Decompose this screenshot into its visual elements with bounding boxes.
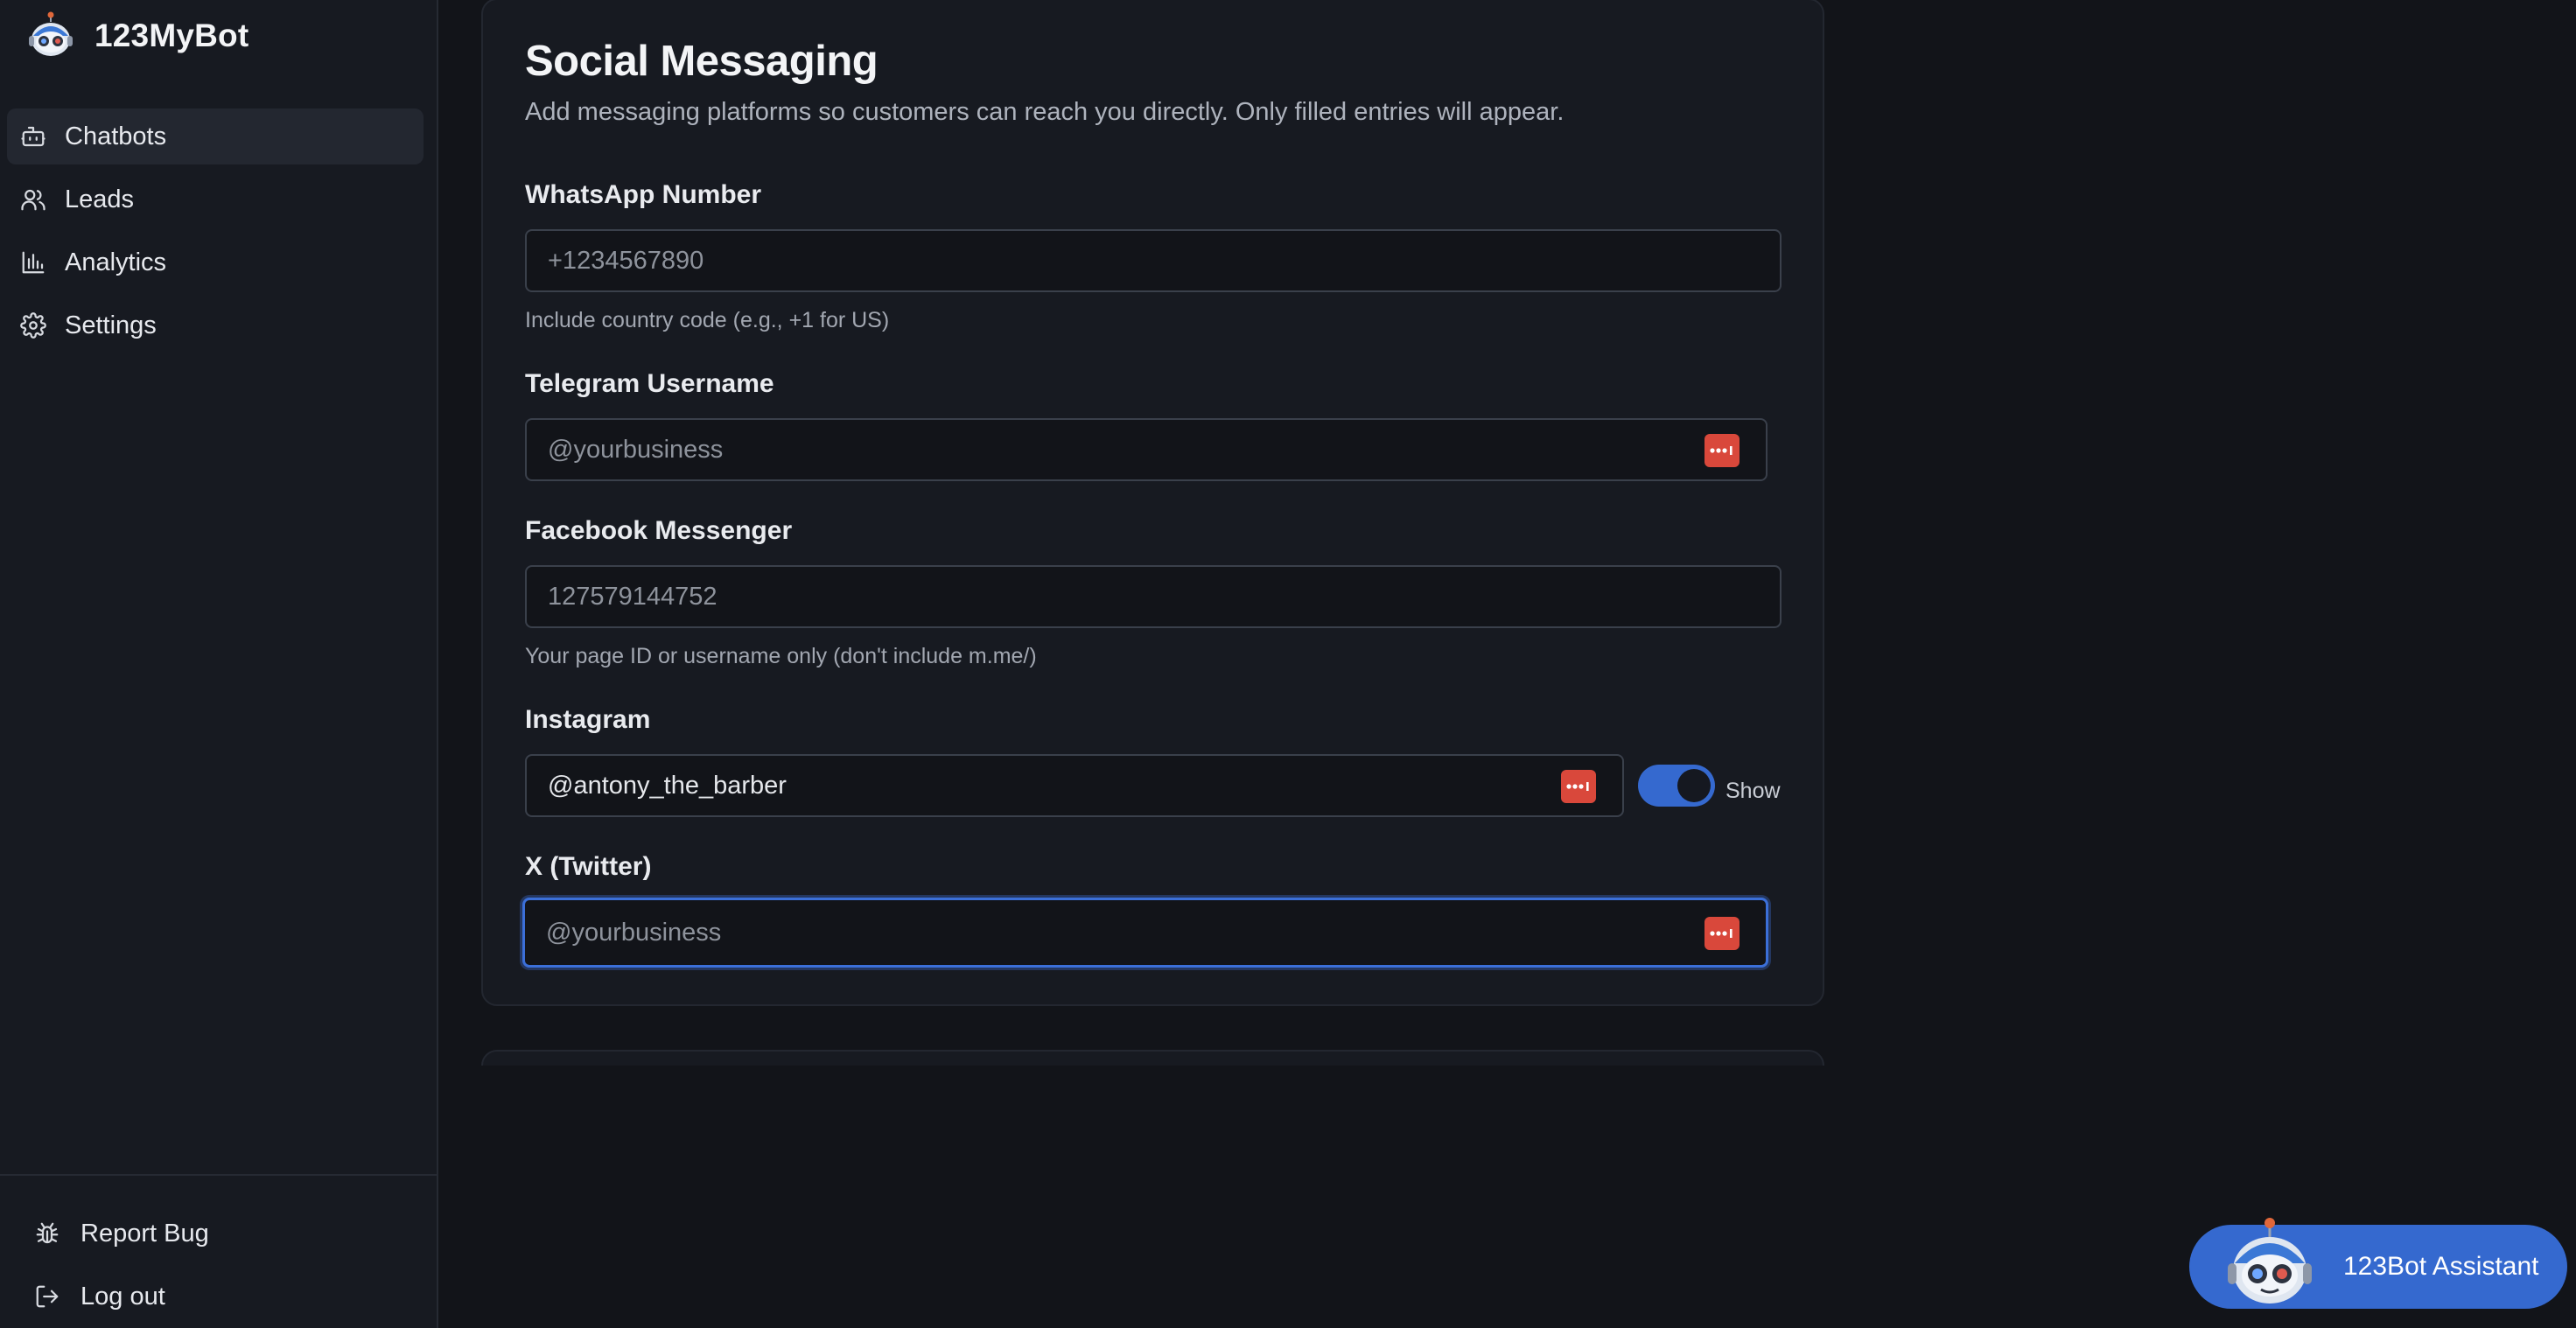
facebook-label: Facebook Messenger: [525, 516, 793, 545]
whatsapp-input[interactable]: [548, 246, 1780, 276]
telegram-input[interactable]: [548, 435, 1766, 465]
main-nav: Chatbots Leads Analytics Settings: [7, 108, 424, 360]
sidebar-item-label: Leads: [65, 185, 135, 213]
bot-icon: [19, 122, 47, 150]
app-name: 123MyBot: [94, 17, 249, 53]
twitter-field-wrapper: [522, 898, 1768, 968]
instagram-label: Instagram: [525, 705, 651, 734]
whatsapp-label: WhatsApp Number: [525, 180, 761, 209]
telegram-field-wrapper: [525, 418, 1768, 481]
logout-label: Log out: [80, 1282, 165, 1311]
sidebar-item-leads[interactable]: Leads: [7, 171, 424, 227]
twitter-label: X (Twitter): [525, 852, 652, 881]
facebook-input[interactable]: [548, 582, 1780, 612]
logout-icon: [33, 1283, 61, 1311]
report-bug-button[interactable]: Report Bug: [21, 1206, 415, 1262]
password-manager-icon[interactable]: [1704, 917, 1740, 950]
robot-logo-icon: [29, 11, 73, 56]
sidebar-item-settings[interactable]: Settings: [7, 297, 424, 353]
section-title: Social Messaging: [525, 38, 878, 85]
assistant-button[interactable]: 123Bot Assistant: [2189, 1218, 2567, 1309]
toggle-knob: [1677, 769, 1711, 802]
sidebar-item-label: Analytics: [65, 248, 167, 276]
instagram-show-toggle[interactable]: [1638, 765, 1715, 807]
bar-chart-icon: [19, 248, 47, 276]
brand[interactable]: 123MyBot: [26, 5, 248, 66]
sidebar-footer: Report Bug Log out: [0, 1174, 437, 1328]
scroll-mask: [472, 1066, 1838, 1171]
password-manager-icon[interactable]: [1561, 770, 1596, 803]
telegram-label: Telegram Username: [525, 369, 774, 398]
instagram-input[interactable]: [548, 771, 1622, 800]
password-manager-icon[interactable]: [1704, 434, 1740, 467]
sidebar-item-analytics[interactable]: Analytics: [7, 234, 424, 290]
facebook-help: Your page ID or username only (don't inc…: [525, 644, 1037, 668]
section-subtitle: Add messaging platforms so customers can…: [525, 98, 1564, 126]
facebook-field-wrapper: [525, 565, 1782, 628]
sidebar-item-label: Settings: [65, 311, 157, 339]
sidebar-item-chatbots[interactable]: Chatbots: [7, 108, 424, 164]
gear-icon: [19, 311, 47, 339]
robot-avatar-icon: [2228, 1218, 2312, 1304]
sidebar-item-label: Chatbots: [65, 122, 167, 150]
bug-icon: [33, 1220, 61, 1248]
instagram-field-wrapper: [525, 754, 1624, 817]
report-bug-label: Report Bug: [80, 1219, 209, 1248]
assistant-label: 123Bot Assistant: [2343, 1252, 2539, 1281]
social-messaging-card: Social Messaging Add messaging platforms…: [481, 0, 1824, 1006]
twitter-input[interactable]: [546, 918, 1766, 947]
instagram-show-label: Show: [1726, 779, 1781, 803]
whatsapp-help: Include country code (e.g., +1 for US): [525, 308, 890, 332]
users-icon: [19, 185, 47, 213]
sidebar: 123MyBot Chatbots Leads Analytics Settin…: [0, 0, 438, 1328]
whatsapp-field-wrapper: [525, 229, 1782, 292]
logout-button[interactable]: Log out: [21, 1269, 415, 1325]
